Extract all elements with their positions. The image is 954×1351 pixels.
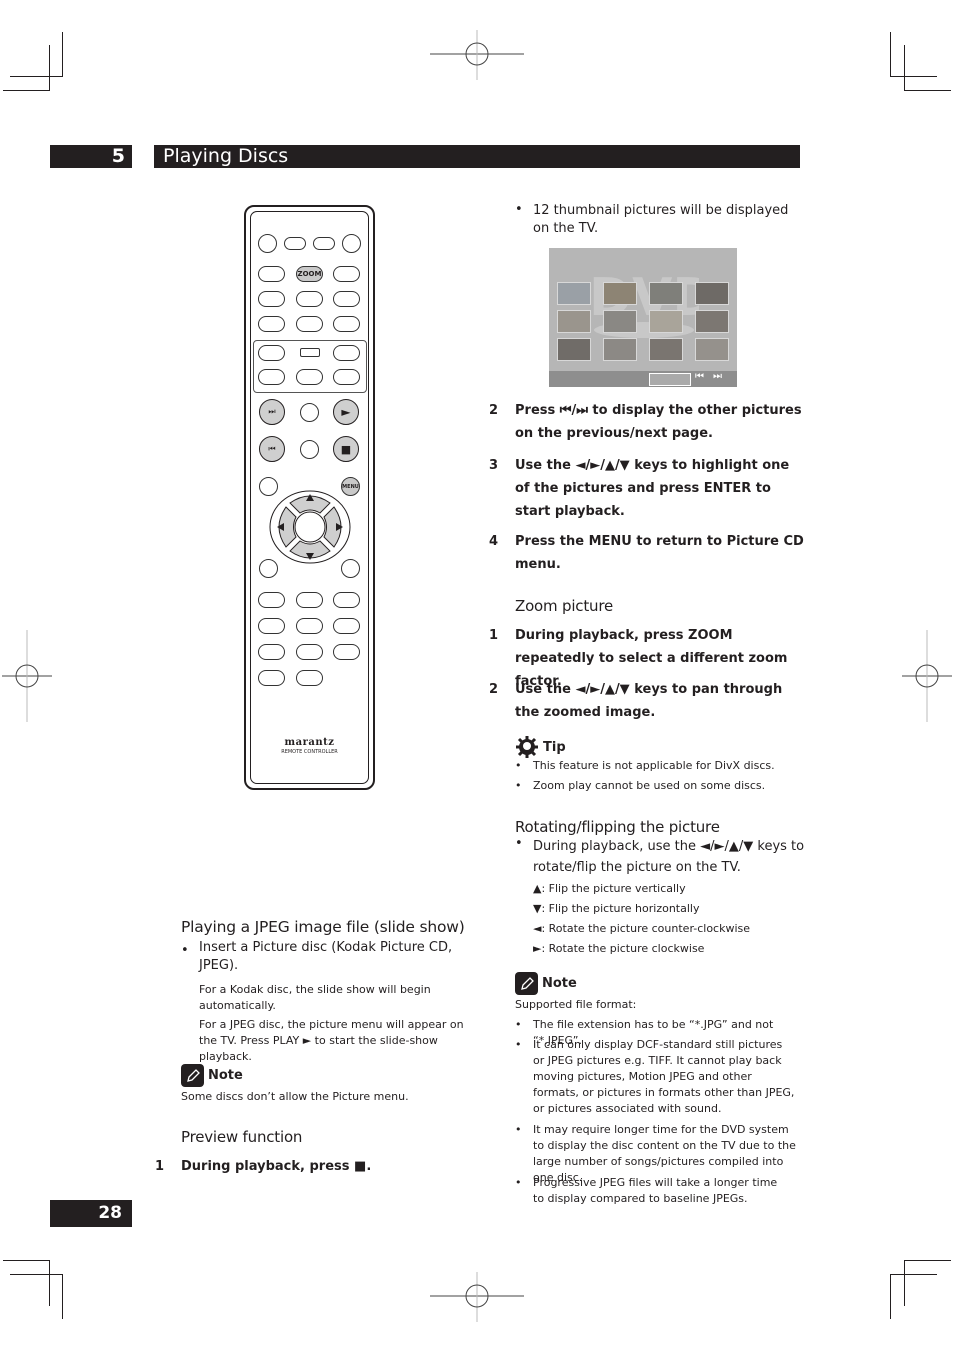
remote-button: [258, 644, 285, 660]
zoom-step: 2 Use the ◄/►/▲/▼ keys to pan through th…: [489, 682, 783, 720]
tip-item: • Zoom play cannot be used on some discs.: [515, 779, 766, 792]
remote-button: [258, 369, 285, 385]
registration-mark-icon: [2, 630, 52, 722]
next-track-icon: ⏭: [713, 371, 722, 382]
play-button: ►: [333, 399, 359, 425]
next-track-button: ⏭: [259, 399, 285, 425]
stop-button: ■: [333, 436, 359, 462]
thumbnail-image: [603, 338, 637, 361]
thumbnail-image: [695, 282, 729, 305]
chapter-number: 5: [50, 145, 132, 168]
remote-button: [333, 592, 360, 608]
previous-track-icon: ⏮: [268, 444, 276, 453]
rotate-item-right: ►: Rotate the picture clockwise: [533, 942, 705, 955]
remote-button: [333, 345, 360, 361]
thumbnail-image: [695, 338, 729, 361]
remote-button: [313, 237, 335, 250]
remote-button: [296, 592, 323, 608]
remote-button: [258, 618, 285, 634]
remote-button: [333, 644, 360, 660]
thumbnail-image: [557, 282, 591, 305]
lightbulb-tip-icon: [516, 736, 538, 758]
slideshow-heading: Playing a JPEG image file (slide show): [181, 918, 465, 936]
remote-button: [258, 234, 277, 253]
remote-button: [258, 670, 285, 686]
pencil-note-icon: [181, 1064, 204, 1087]
remote-brand-logo: marantz: [284, 737, 335, 748]
note-text: Some discs don’t allow the Picture menu.: [181, 1090, 409, 1103]
previous-track-icon: ⏮: [695, 371, 704, 382]
zoom-button: ZOOM: [296, 266, 323, 282]
remote-button: [258, 592, 285, 608]
zoom-heading: Zoom picture: [515, 597, 614, 615]
thumbnail-bullet: • 12 thumbnail pictures will be displaye…: [515, 202, 789, 236]
next-track-icon: ⏭: [268, 407, 276, 416]
remote-button: [296, 369, 323, 385]
note-heading: Note: [515, 972, 577, 995]
thumbnail-screen-bar: ⏮ ⏭: [549, 371, 737, 387]
remote-button: [342, 234, 361, 253]
remote-button: [341, 559, 360, 578]
note-heading: Note: [181, 1064, 243, 1087]
tip-item: • This feature is not applicable for DivX…: [515, 759, 775, 772]
slideshow-para-jpeg: For a JPEG disc, the picture menu will a…: [199, 1018, 464, 1063]
thumbnail-screen-image: DVD ⏮ ⏭: [549, 248, 737, 387]
registration-mark-icon: [902, 630, 952, 722]
remote-button: [333, 369, 360, 385]
rotate-item-down: ▼: Flip the picture horizontally: [533, 902, 700, 915]
thumbnail-image: [603, 282, 637, 305]
remote-button: [333, 291, 360, 307]
remote-subtitle: REMOTE CONTROLLER: [281, 749, 338, 755]
remote-button: [300, 348, 320, 357]
remote-button: [296, 316, 323, 332]
remote-button: [259, 559, 278, 578]
remote-button: [300, 403, 319, 422]
preview-step: 2 Press ⏮/⏭ to display the other picture…: [489, 403, 802, 441]
pencil-note-icon: [515, 972, 538, 995]
direction-pad: [269, 490, 351, 564]
tip-heading: Tip: [515, 735, 566, 759]
thumbnail-image: [649, 310, 683, 333]
registration-mark-icon: [430, 1272, 524, 1322]
slideshow-para-kodak: For a Kodak disc, the slide show will be…: [199, 983, 431, 1012]
note-item: • Progressive JPEG files will take a long…: [515, 1176, 778, 1205]
chapter-title: Playing Discs: [154, 145, 800, 168]
remote-button: [258, 291, 285, 307]
registration-mark-icon: [430, 30, 524, 80]
remote-button: [258, 316, 285, 332]
preview-step: 3 Use the ◄/►/▲/▼ keys to highlight one …: [489, 458, 790, 519]
preview-step: 1 During playback, press ■.: [155, 1159, 372, 1174]
remote-button: [296, 644, 323, 660]
thumbnail-image: [649, 338, 683, 361]
preview-step: 4 Press the MENU to return to Picture CD…: [489, 534, 804, 572]
remote-button: [296, 618, 323, 634]
rotate-bullet: • During playback, use the ◄/►/▲/▼ keys …: [515, 836, 805, 875]
slideshow-bullet: • Insert a Picture disc (Kodak Picture C…: [181, 940, 453, 973]
remote-button: [333, 266, 360, 282]
remote-button: [284, 237, 306, 250]
stop-icon: ■: [340, 442, 352, 456]
note-intro: Supported file format:: [515, 998, 637, 1011]
remote-button: [333, 316, 360, 332]
thumbnail-image: [557, 310, 591, 333]
thumbnail-image: [695, 310, 729, 333]
remote-button: [258, 345, 285, 361]
thumbnail-image: [649, 282, 683, 305]
rotate-item-up: ▲: Flip the picture vertically: [533, 882, 686, 895]
remote-button: [258, 266, 285, 282]
remote-button: [296, 291, 323, 307]
thumbnail-image: [557, 338, 591, 361]
remote-button: [300, 440, 319, 459]
play-icon: ►: [341, 405, 351, 419]
rotate-heading: Rotating/flipping the picture: [515, 818, 720, 836]
remote-button: [333, 618, 360, 634]
previous-track-button: ⏮: [259, 436, 285, 462]
remote-button: [296, 670, 323, 686]
preview-heading: Preview function: [181, 1128, 303, 1146]
filmstrip-icon: [649, 373, 691, 386]
note-item: • It can only display DCF-standard still …: [515, 1038, 795, 1115]
page-number: 28: [50, 1200, 132, 1227]
thumbnail-image: [603, 310, 637, 333]
rotate-item-left: ◄: Rotate the picture counter-clockwise: [533, 922, 751, 935]
